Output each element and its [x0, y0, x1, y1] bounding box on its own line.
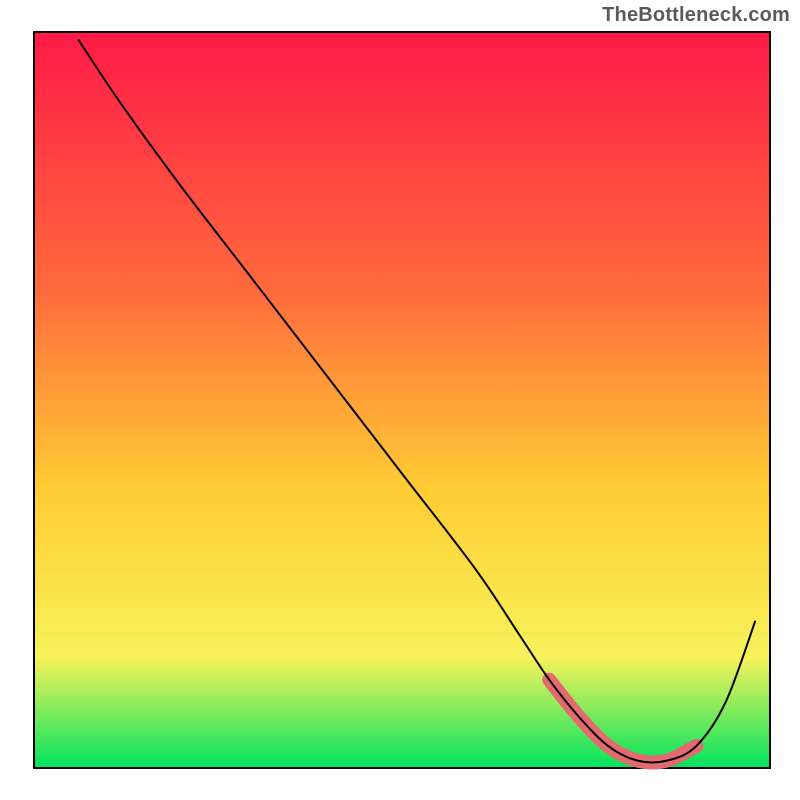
plot-gradient-background: [34, 32, 770, 768]
watermark-text: TheBottleneck.com: [602, 4, 790, 27]
chart-svg: [0, 0, 800, 800]
bottleneck-chart: TheBottleneck.com: [0, 0, 800, 800]
